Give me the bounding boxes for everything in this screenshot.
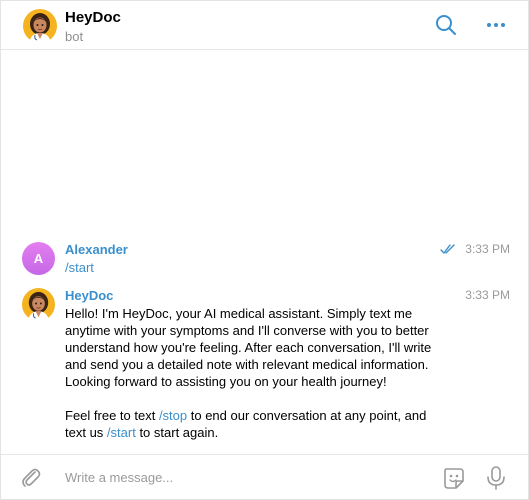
stop-command-link[interactable]: /stop: [159, 408, 187, 423]
message-composer: [1, 454, 528, 499]
attach-button[interactable]: [19, 466, 43, 490]
message-text: Hello! I'm HeyDoc, your AI medical assis…: [65, 305, 445, 441]
chat-header: HeyDoc bot: [1, 1, 528, 50]
bot-avatar[interactable]: [23, 9, 57, 43]
message-paragraph: Feel free to text /stop to end our conve…: [65, 407, 445, 441]
message-sender[interactable]: HeyDoc: [65, 288, 113, 303]
message-sender[interactable]: Alexander: [65, 242, 128, 257]
user-avatar[interactable]: A: [22, 242, 55, 275]
text-fragment: to start again.: [135, 425, 219, 440]
sticker-button[interactable]: [441, 465, 467, 491]
chat-window: HeyDoc bot A Alexander 3:33 PM /start He…: [0, 0, 529, 500]
paperclip-icon: [22, 468, 41, 487]
bot-avatar[interactable]: [22, 288, 55, 321]
chat-title: HeyDoc: [65, 9, 121, 26]
voice-message-button[interactable]: [485, 465, 507, 491]
sticker-icon: [444, 468, 464, 489]
message-time: 3:33 PM: [465, 242, 510, 256]
message-item: HeyDoc 3:33 PM Hello! I'm HeyDoc, your A…: [1, 288, 528, 448]
search-icon: [436, 15, 456, 35]
microphone-icon: [487, 466, 505, 490]
more-dots-icon: [487, 23, 505, 27]
message-paragraph: Hello! I'm HeyDoc, your AI medical assis…: [65, 306, 432, 389]
message-text: /start: [65, 259, 485, 276]
chat-status: bot: [65, 29, 84, 44]
message-time: 3:33 PM: [465, 288, 510, 302]
message-input[interactable]: [65, 465, 415, 489]
start-command-link[interactable]: /start: [107, 425, 136, 440]
message-item: A Alexander 3:33 PM /start: [1, 242, 528, 282]
avatar-letter: A: [33, 251, 44, 266]
more-options-button[interactable]: [484, 13, 508, 37]
double-check-icon: [440, 244, 455, 254]
message-list[interactable]: A Alexander 3:33 PM /start HeyDoc 3:33 P…: [1, 51, 528, 454]
text-fragment: Feel free to text: [65, 408, 159, 423]
start-command-link[interactable]: /start: [65, 260, 94, 275]
search-button[interactable]: [434, 13, 458, 37]
